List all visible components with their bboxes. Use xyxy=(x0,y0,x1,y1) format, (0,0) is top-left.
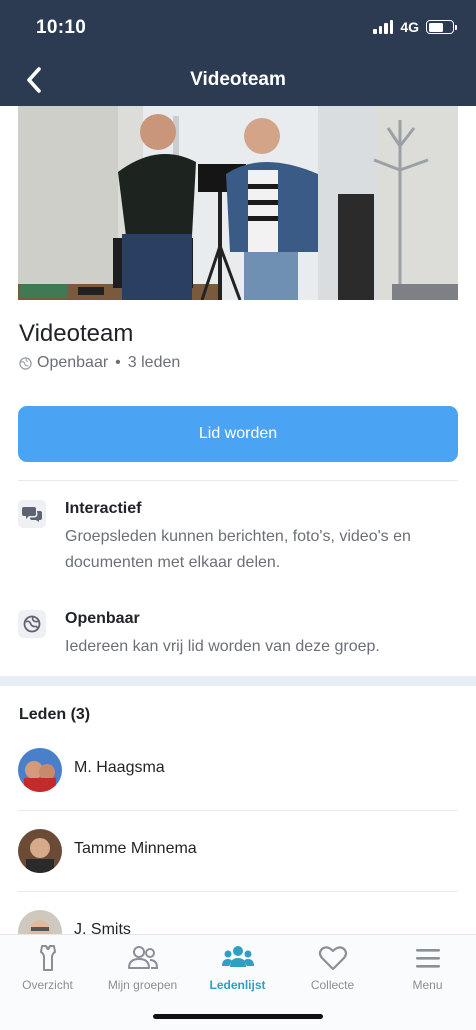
status-icons: 4G xyxy=(373,19,457,35)
meta-separator: • xyxy=(115,354,121,371)
avatar xyxy=(18,748,62,792)
globe-icon xyxy=(19,356,32,370)
members-icon xyxy=(221,946,254,967)
join-group-button[interactable]: Lid worden xyxy=(18,406,458,462)
tab-label: Overzicht xyxy=(22,978,73,992)
feature-icon-box xyxy=(18,500,46,528)
avatar xyxy=(18,829,62,873)
member-row[interactable]: M. Haagsma xyxy=(0,730,476,810)
globe-icon xyxy=(23,615,41,633)
feature-title: Interactief xyxy=(65,500,142,517)
tab-overzicht[interactable]: Overzicht xyxy=(0,943,95,992)
tab-label: Mijn groepen xyxy=(107,978,178,992)
member-count: 3 leden xyxy=(127,354,181,371)
group-meta: Openbaar • 3 leden xyxy=(19,354,180,372)
feature-public: Openbaar Iedereen kan vrij lid worden va… xyxy=(18,610,458,670)
battery-icon xyxy=(426,20,457,34)
signal-icon xyxy=(373,20,394,34)
tab-menu[interactable]: Menu xyxy=(380,943,475,992)
group-name: Videoteam xyxy=(19,320,134,347)
member-name: M. Haagsma xyxy=(74,759,165,776)
people-icon xyxy=(127,946,158,969)
tab-label: Menu xyxy=(412,978,443,992)
network-type: 4G xyxy=(400,19,419,35)
status-time: 10:10 xyxy=(36,17,87,38)
group-cover-photo xyxy=(18,106,458,300)
tab-collecte[interactable]: Collecte xyxy=(285,943,380,992)
feature-interactive: Interactief Groepsleden kunnen berichten… xyxy=(18,500,458,580)
member-row[interactable]: Tamme Minnema xyxy=(0,811,476,891)
tab-label: Collecte xyxy=(310,978,355,992)
hamburger-icon xyxy=(415,949,440,968)
shirt-icon xyxy=(39,945,56,971)
divider xyxy=(18,480,458,481)
visibility-label: Openbaar xyxy=(37,354,109,371)
feature-description: Groepsleden kunnen berichten, foto's, vi… xyxy=(65,528,411,571)
feature-description: Iedereen kan vrij lid worden van deze gr… xyxy=(65,638,380,655)
chat-bubbles-icon xyxy=(22,507,42,522)
feature-title: Openbaar xyxy=(65,610,140,627)
heart-icon xyxy=(318,946,347,971)
home-indicator xyxy=(153,1014,323,1019)
section-separator xyxy=(0,676,476,686)
members-title: Leden (3) xyxy=(19,706,91,723)
tab-mijn-groepen[interactable]: Mijn groepen xyxy=(95,943,190,992)
tab-label: Ledenlijst xyxy=(209,978,266,992)
page-title: Videoteam xyxy=(190,69,286,90)
feature-icon-box xyxy=(18,610,46,638)
tab-ledenlijst[interactable]: Ledenlijst xyxy=(190,943,285,992)
app-header: 10:10 4G Videoteam xyxy=(0,0,476,106)
member-name: Tamme Minnema xyxy=(74,840,197,857)
